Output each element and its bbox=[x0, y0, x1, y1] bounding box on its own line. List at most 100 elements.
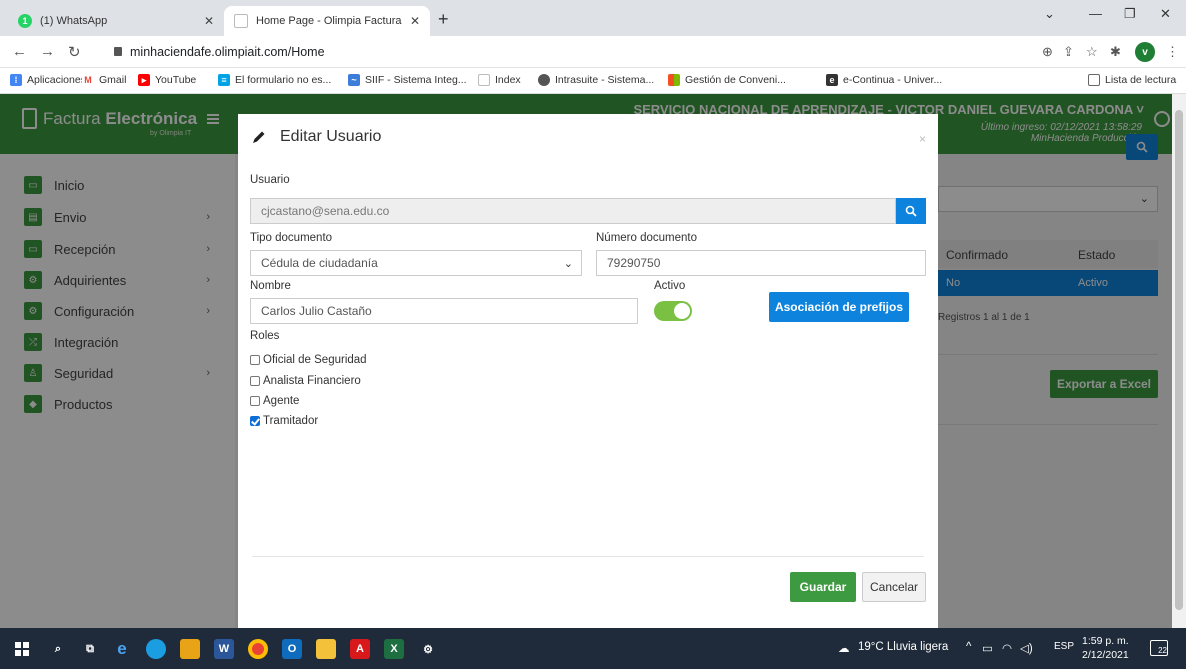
usuario-search-button[interactable] bbox=[896, 198, 926, 224]
role-checkbox-tramitador[interactable]: Tramitador bbox=[250, 415, 318, 427]
forward-arrow-icon[interactable]: → bbox=[40, 43, 55, 60]
internet-explorer-icon[interactable]: e bbox=[112, 639, 132, 659]
modal-title: Editar Usuario bbox=[252, 128, 381, 146]
reading-list[interactable]: Lista de lectura bbox=[1088, 74, 1176, 86]
restore-button[interactable]: ❐ bbox=[1124, 6, 1136, 22]
page-icon bbox=[234, 14, 248, 28]
bookmark-apps[interactable]: ⁞ Aplicaciones bbox=[10, 74, 86, 86]
language-indicator[interactable]: ESP bbox=[1054, 641, 1074, 652]
whatsapp-icon: 1 bbox=[18, 14, 32, 28]
tipo-documento-label: Tipo documento bbox=[250, 232, 333, 244]
bookmark-gestion[interactable]: Gestión de Conveni... bbox=[668, 74, 786, 86]
profile-avatar[interactable]: v bbox=[1135, 42, 1155, 62]
role-checkbox-analista-financiero[interactable]: Analista Financiero bbox=[250, 375, 361, 387]
bookmark-youtube[interactable]: ▸ YouTube bbox=[138, 74, 196, 86]
close-tab-icon[interactable]: ✕ bbox=[410, 14, 420, 28]
role-checkbox-oficial-seguridad[interactable]: Oficial de Seguridad bbox=[250, 354, 367, 366]
zoom-icon[interactable]: ⊕ bbox=[1042, 44, 1053, 60]
numero-documento-field[interactable]: 79290750 bbox=[596, 250, 926, 276]
activo-label: Activo bbox=[654, 280, 686, 292]
weather-text[interactable]: 19°C Lluvia ligera bbox=[858, 641, 948, 653]
bookmark-label: El formulario no es... bbox=[235, 74, 332, 86]
bookmark-index[interactable]: Index bbox=[478, 74, 521, 86]
page-icon bbox=[478, 74, 490, 86]
extensions-icon[interactable]: ✱ bbox=[1110, 44, 1121, 60]
share-icon[interactable]: ⇪ bbox=[1063, 44, 1074, 60]
form-icon: ≡ bbox=[218, 74, 230, 86]
cancel-button[interactable]: Cancelar bbox=[862, 572, 926, 602]
new-tab-button[interactable]: + bbox=[438, 10, 449, 28]
task-view-icon[interactable]: ⧉ bbox=[80, 639, 100, 659]
bookmark-star-icon[interactable]: ☆ bbox=[1086, 44, 1098, 60]
reading-list-label: Lista de lectura bbox=[1105, 74, 1177, 86]
tab-whatsapp[interactable]: 1 (1) WhatsApp ✕ bbox=[8, 6, 224, 36]
nombre-field[interactable]: Carlos Julio Castaño bbox=[250, 298, 638, 324]
bookmark-form[interactable]: ≡ El formulario no es... bbox=[218, 74, 331, 86]
tab-home-page[interactable]: Home Page - Olimpia Factura Ele ✕ bbox=[224, 6, 430, 36]
tab-search-icon[interactable]: ⌄ bbox=[1044, 6, 1055, 22]
gmail-icon: M bbox=[82, 74, 94, 86]
globe-icon bbox=[538, 74, 550, 86]
security-app-icon[interactable] bbox=[180, 639, 200, 659]
bookmark-intrasuite[interactable]: Intrasuite - Sistema... bbox=[538, 74, 654, 86]
windows-start-icon[interactable] bbox=[12, 639, 32, 659]
tipo-documento-select[interactable]: Cédula de ciudadanía ⌄ bbox=[250, 250, 582, 276]
address-bar: ← → ↻ minhaciendafe.olimpiait.com/Home ⊕… bbox=[0, 36, 1186, 68]
scrollbar-thumb[interactable] bbox=[1175, 110, 1183, 610]
url-field[interactable]: minhaciendafe.olimpiait.com/Home bbox=[114, 45, 325, 59]
role-label: Oficial de Seguridad bbox=[263, 354, 367, 366]
bookmark-econtinua[interactable]: e e-Continua - Univer... bbox=[826, 74, 942, 86]
browser-menu-icon[interactable]: ⋮ bbox=[1166, 44, 1179, 60]
network-icon[interactable]: ▭ bbox=[982, 641, 993, 655]
close-tab-icon[interactable]: ✕ bbox=[204, 14, 214, 28]
close-window-button[interactable]: ✕ bbox=[1160, 6, 1171, 22]
search-icon[interactable]: ⌕ bbox=[48, 639, 68, 659]
checkbox[interactable] bbox=[250, 396, 260, 406]
word-icon[interactable]: W bbox=[214, 639, 234, 659]
bookmark-siif[interactable]: ~ SIIF - Sistema Integ... bbox=[348, 74, 467, 86]
usuario-label: Usuario bbox=[250, 174, 290, 186]
reload-icon[interactable]: ↻ bbox=[68, 43, 81, 61]
tab-title: Home Page - Olimpia Factura Ele bbox=[256, 15, 404, 27]
bookmark-label: SIIF - Sistema Integ... bbox=[365, 74, 467, 86]
notification-center-icon[interactable]: 22 bbox=[1150, 640, 1168, 656]
file-explorer-icon[interactable] bbox=[316, 639, 336, 659]
usuario-field[interactable]: cjcastano@sena.edu.co bbox=[250, 198, 896, 224]
role-checkbox-agente[interactable]: Agente bbox=[250, 395, 299, 407]
save-button[interactable]: Guardar bbox=[790, 572, 856, 602]
checkbox[interactable] bbox=[250, 355, 260, 365]
page-scrollbar[interactable] bbox=[1172, 94, 1186, 628]
acrobat-icon[interactable]: A bbox=[350, 639, 370, 659]
apps-grid-icon: ⁞ bbox=[10, 74, 22, 86]
role-label: Analista Financiero bbox=[263, 375, 361, 387]
numero-documento-label: Número documento bbox=[596, 232, 697, 244]
checkbox[interactable] bbox=[250, 376, 260, 386]
bookmark-label: e-Continua - Univer... bbox=[843, 74, 943, 86]
chrome-icon[interactable] bbox=[248, 639, 268, 659]
lock-icon bbox=[114, 47, 122, 56]
bookmarks-bar: ⁞ Aplicaciones M Gmail ▸ YouTube ≡ El formul… bbox=[0, 68, 1186, 94]
minimize-button[interactable]: — bbox=[1089, 6, 1102, 21]
tray-chevron-up-icon[interactable]: ^ bbox=[966, 641, 971, 653]
modal-title-text: Editar Usuario bbox=[280, 128, 382, 145]
clock-time: 1:59 p. m. bbox=[1082, 635, 1129, 647]
checkbox-checked[interactable] bbox=[250, 416, 260, 426]
volume-icon[interactable]: ◁) bbox=[1020, 641, 1033, 655]
excel-icon[interactable]: X bbox=[384, 639, 404, 659]
taskbar-clock[interactable]: 1:59 p. m. 2/12/2021 bbox=[1082, 634, 1129, 662]
outlook-icon[interactable]: O bbox=[282, 639, 302, 659]
url-text: minhaciendafe.olimpiait.com/Home bbox=[130, 45, 325, 59]
edge-icon[interactable] bbox=[146, 639, 166, 659]
close-modal-button[interactable]: × bbox=[919, 132, 926, 146]
weather-icon[interactable]: ☁ bbox=[838, 641, 850, 655]
prefix-association-button[interactable]: Asociación de prefijos bbox=[769, 292, 909, 322]
wifi-icon[interactable]: ◠ bbox=[1002, 641, 1012, 655]
nombre-label: Nombre bbox=[250, 280, 291, 292]
bookmark-label: Index bbox=[495, 74, 521, 86]
activo-toggle[interactable] bbox=[654, 301, 692, 321]
notification-count: 22 bbox=[1158, 646, 1167, 655]
bookmark-label: Intrasuite - Sistema... bbox=[555, 74, 655, 86]
settings-gear-icon[interactable]: ⚙ bbox=[418, 639, 438, 659]
bookmark-gmail[interactable]: M Gmail bbox=[82, 74, 126, 86]
back-arrow-icon[interactable]: ← bbox=[12, 43, 27, 60]
